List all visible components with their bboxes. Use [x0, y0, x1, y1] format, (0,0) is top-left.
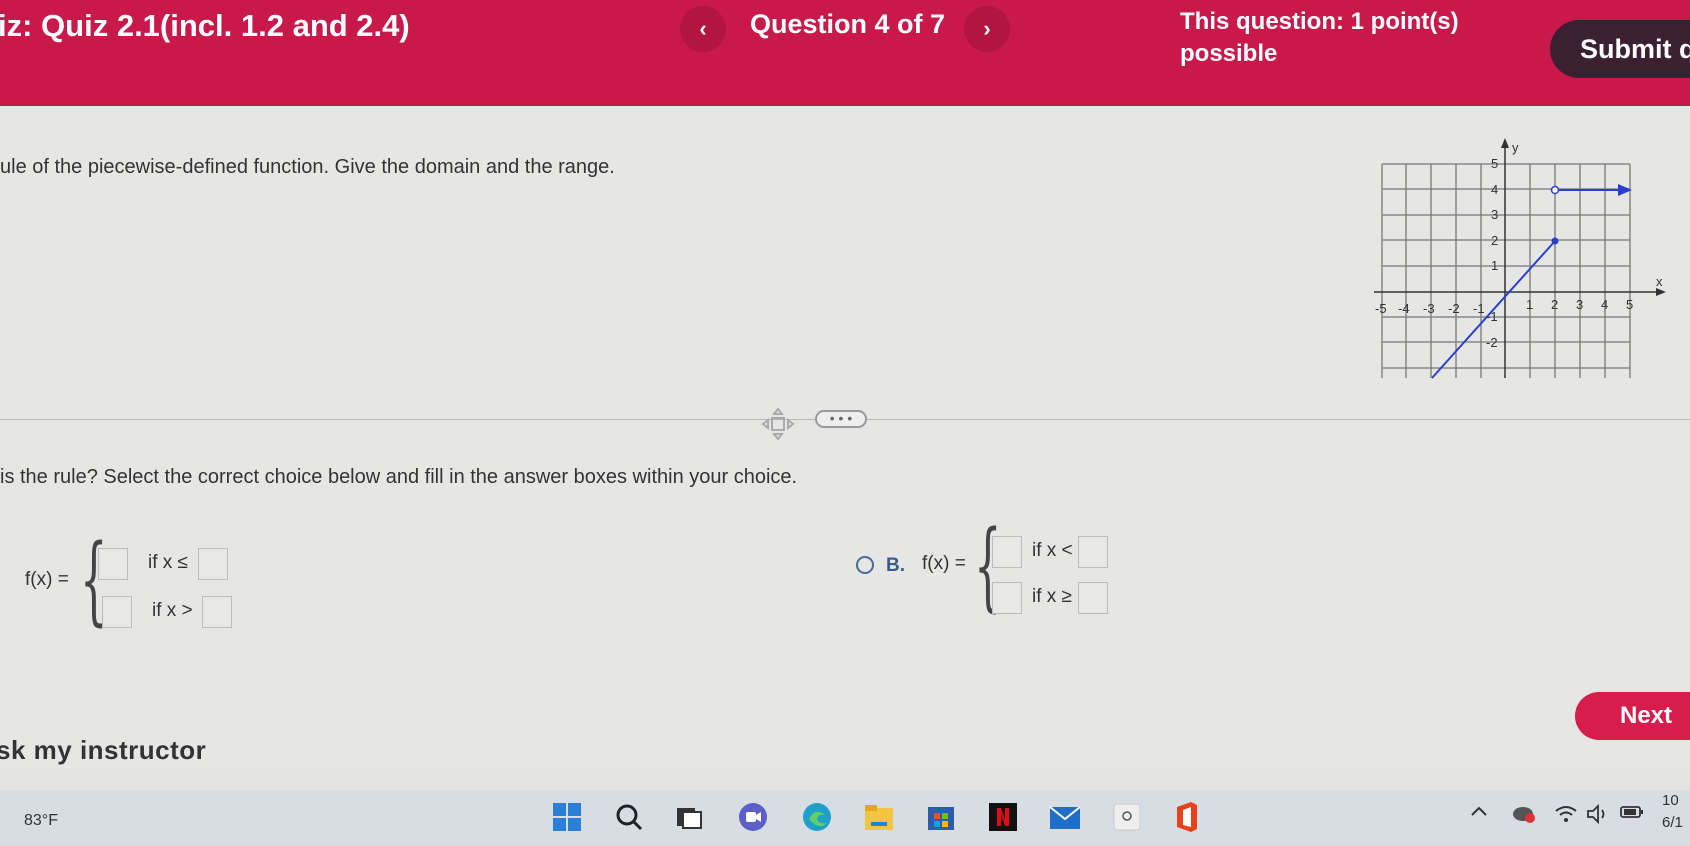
mail-icon[interactable] [1048, 800, 1082, 834]
condition-label: if x < [1032, 540, 1073, 561]
closed-endpoint [1551, 237, 1559, 245]
answer-box-b2[interactable] [1078, 536, 1108, 568]
answer-box-a3[interactable] [102, 596, 132, 628]
antivirus-icon[interactable] [1512, 804, 1536, 829]
x-tick: -1 [1473, 301, 1485, 316]
x-tick: 1 [1526, 297, 1533, 312]
search-icon[interactable] [612, 800, 646, 834]
battery-icon[interactable] [1620, 804, 1644, 825]
points-info: This question: 1 point(s) possible [1180, 8, 1459, 67]
file-explorer-icon[interactable] [862, 800, 896, 834]
condition-label: if x ≥ [1032, 586, 1072, 607]
netflix-icon[interactable] [986, 800, 1020, 834]
x-tick: 3 [1576, 297, 1583, 312]
move-icon[interactable] [760, 406, 796, 442]
x-tick: 5 [1626, 297, 1633, 312]
x-tick: -5 [1375, 301, 1387, 316]
y-tick: 5 [1491, 156, 1498, 171]
answer-box-a2[interactable] [198, 548, 228, 580]
choice-b-letter: B. [886, 555, 905, 576]
clock-date: 6/1 [1662, 814, 1683, 831]
x-tick: -3 [1423, 301, 1435, 316]
y-tick: 3 [1491, 207, 1498, 222]
chevron-up-icon[interactable] [1470, 804, 1488, 823]
weather-widget[interactable]: 83°F [24, 812, 58, 830]
next-button[interactable]: Next [1575, 692, 1690, 740]
more-options-button[interactable]: • • • [815, 410, 867, 428]
choice-a[interactable]: f(x) = { if x ≤ if x > [0, 532, 260, 646]
y-tick: 1 [1491, 258, 1498, 273]
x-tick: -2 [1448, 301, 1460, 316]
y-axis-label: y [1512, 140, 1519, 155]
previous-question-button[interactable]: ‹ [680, 6, 726, 52]
y-tick: -2 [1486, 335, 1498, 350]
answer-box-a1[interactable] [98, 548, 128, 580]
fx-label: f(x) = [922, 553, 966, 574]
condition-label: if x > [152, 600, 193, 621]
store-icon[interactable] [924, 800, 958, 834]
x-axis-label: x [1656, 274, 1663, 289]
fx-label: f(x) = [25, 569, 69, 590]
y-tick: 4 [1491, 182, 1498, 197]
answer-box-b4[interactable] [1078, 582, 1108, 614]
task-view-icon[interactable] [672, 800, 706, 834]
quiz-header: iz: Quiz 2.1(incl. 1.2 and 2.4) ‹ Questi… [0, 0, 1690, 106]
taskbar: 83°F 10 6/1 [0, 790, 1690, 846]
open-endpoint [1550, 185, 1560, 195]
x-tick: 2 [1551, 297, 1558, 312]
next-question-button[interactable]: › [964, 6, 1010, 52]
ask-instructor-link[interactable]: sk my instructor [0, 735, 206, 766]
answer-box-b3[interactable] [992, 582, 1022, 614]
answer-box-a4[interactable] [202, 596, 232, 628]
wifi-icon[interactable] [1554, 804, 1578, 829]
submit-quiz-button[interactable]: Submit q [1550, 20, 1690, 78]
office-icon[interactable] [1170, 800, 1204, 834]
question-content: ule of the piecewise-defined function. G… [0, 106, 1690, 768]
piecewise-graph: y x -5 -4 -3 -2 -1 1 2 3 4 5 5 4 3 2 1 -… [1374, 138, 1666, 379]
windows-start-icon[interactable] [550, 800, 584, 834]
quiz-title: iz: Quiz 2.1(incl. 1.2 and 2.4) [0, 8, 410, 43]
x-tick: -4 [1398, 301, 1410, 316]
y-tick: 2 [1491, 233, 1498, 248]
instruction-text: ule of the piecewise-defined function. G… [0, 156, 615, 178]
chat-icon[interactable] [736, 800, 770, 834]
answer-box-b1[interactable] [992, 536, 1022, 568]
choice-b-radio[interactable] [856, 556, 874, 574]
choice-b[interactable]: B. f(x) = { if x < if x ≥ [850, 518, 1120, 636]
clock-time: 10 [1662, 792, 1679, 809]
clock[interactable]: 10 6/1 [1662, 790, 1683, 834]
amazon-icon[interactable] [1110, 800, 1144, 834]
condition-label: if x ≤ [148, 552, 188, 573]
edge-browser-icon[interactable] [800, 800, 834, 834]
x-tick: 4 [1601, 297, 1608, 312]
volume-icon[interactable] [1586, 803, 1610, 829]
question-text: is the rule? Select the correct choice b… [0, 466, 798, 488]
question-counter: Question 4 of 7 [750, 9, 946, 39]
